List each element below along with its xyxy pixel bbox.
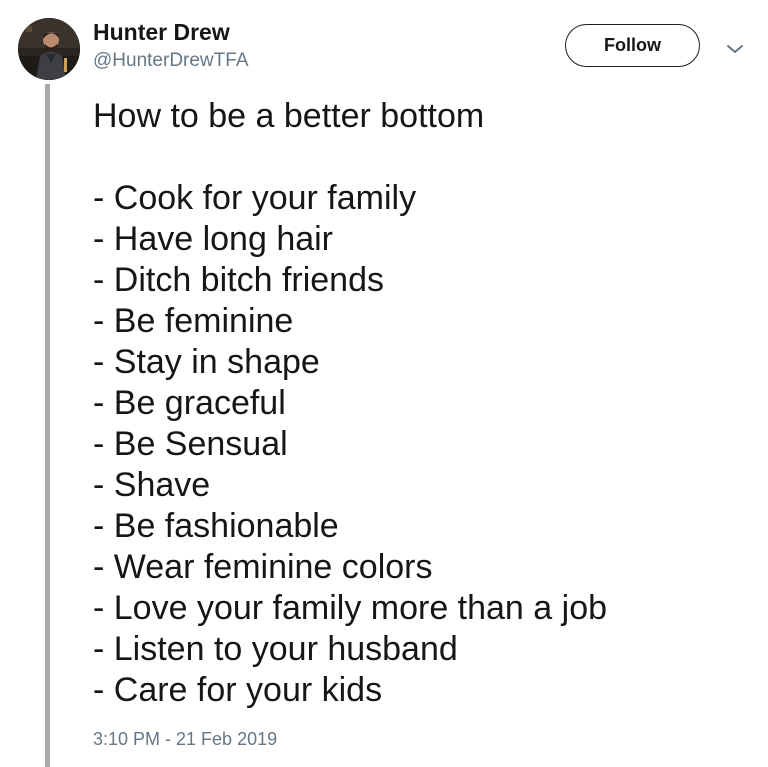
list-item: - Care for your kids bbox=[93, 671, 383, 709]
timestamp[interactable]: 3:10 PM - 21 Feb 2019 bbox=[93, 729, 277, 750]
list-item: - Be graceful bbox=[93, 384, 286, 422]
list-item: - Wear feminine colors bbox=[93, 548, 433, 586]
tweet-list: - Cook for your family - Have long hair … bbox=[93, 178, 753, 711]
list-item: - Have long hair bbox=[93, 220, 334, 258]
avatar[interactable] bbox=[18, 18, 80, 80]
list-item: - Be feminine bbox=[93, 302, 294, 340]
tweet-title: How to be a better bottom bbox=[93, 97, 485, 135]
list-item: - Be fashionable bbox=[93, 507, 339, 545]
thread-line bbox=[45, 84, 50, 767]
chevron-down-icon[interactable] bbox=[726, 42, 744, 54]
author-name[interactable]: Hunter Drew bbox=[93, 19, 230, 46]
list-item: - Listen to your husband bbox=[93, 630, 458, 668]
list-item: - Be Sensual bbox=[93, 425, 288, 463]
list-item: - Ditch bitch friends bbox=[93, 261, 384, 299]
list-item: - Stay in shape bbox=[93, 343, 320, 381]
follow-button[interactable]: Follow bbox=[565, 24, 700, 67]
tweet-text: How to be a better bottom - Cook for you… bbox=[93, 96, 753, 711]
list-item: - Love your family more than a job bbox=[93, 589, 608, 627]
list-item: - Cook for your family bbox=[93, 179, 417, 217]
list-item: - Shave bbox=[93, 466, 211, 504]
author-handle[interactable]: @HunterDrewTFA bbox=[93, 50, 249, 72]
